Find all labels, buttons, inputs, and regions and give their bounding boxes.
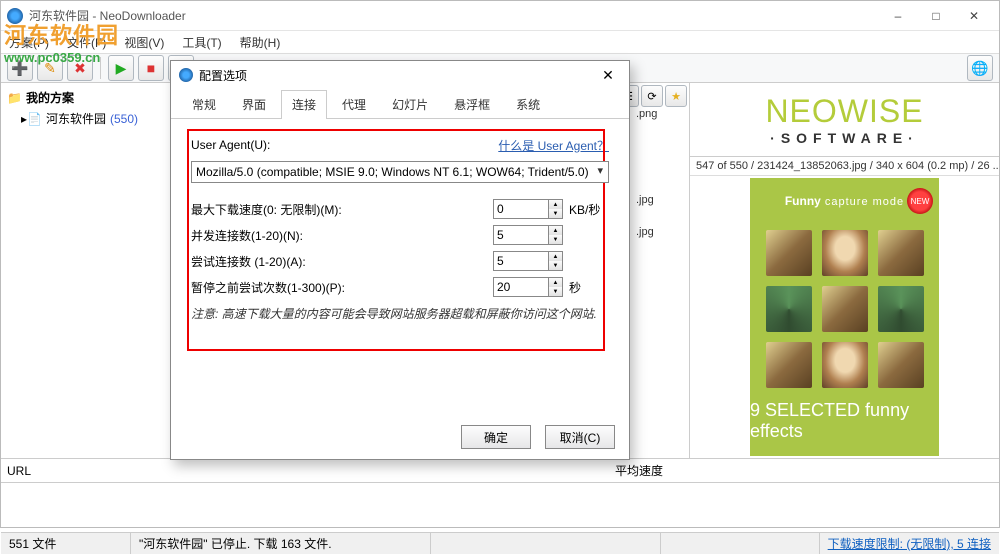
- file-ext: .jpg: [636, 226, 654, 238]
- refresh-button[interactable]: ⟳: [641, 85, 663, 107]
- pause-label: 暂停之前尝试次数(1-300)(P):: [191, 279, 493, 296]
- tab-system[interactable]: 系统: [505, 90, 551, 119]
- effect-thumb: [822, 230, 868, 276]
- column-headers: URL 平均速度: [1, 458, 999, 482]
- conn-input[interactable]: [493, 225, 549, 245]
- pause-input[interactable]: [493, 277, 549, 297]
- retry-label: 尝试连接数 (1-20)(A):: [191, 253, 493, 270]
- effect-thumb: [878, 342, 924, 388]
- window-title: 河东软件园 - NeoDownloader: [29, 7, 879, 24]
- sidebar: 📁 我的方案 ▸📄 河东软件园 (550): [1, 83, 171, 458]
- file-ext: .jpg: [636, 194, 654, 206]
- app-icon: [7, 8, 23, 24]
- favorite-button[interactable]: ★: [665, 85, 687, 107]
- effect-thumb: [878, 286, 924, 332]
- transfer-area: [1, 482, 999, 532]
- status-link-cell[interactable]: [431, 533, 661, 554]
- close-button[interactable]: ✕: [955, 4, 993, 28]
- menu-bar: 方案(P) 文件(F) 视图(V) 工具(T) 帮助(H): [1, 31, 999, 53]
- status-message: "河东软件园" 已停止. 下载 163 文件.: [131, 533, 431, 554]
- col-url: URL: [7, 464, 31, 478]
- cancel-button[interactable]: 取消(C): [545, 425, 615, 449]
- folder-icon: 📁: [7, 91, 22, 105]
- project-count: (550): [110, 112, 138, 126]
- effect-thumb: [766, 230, 812, 276]
- max-speed-spinner[interactable]: ▲▼: [549, 199, 563, 219]
- settings-dialog: 配置选项 ✕ 常规 界面 连接 代理 幻灯片 悬浮框 系统 User Agent…: [170, 60, 630, 460]
- preview-image: NEW Funny capture mode 9 SELECTED funny …: [750, 178, 939, 456]
- effect-thumb: [878, 230, 924, 276]
- stop-button[interactable]: ■: [138, 55, 164, 81]
- sidebar-project[interactable]: ▸📄 河东软件园 (550): [5, 108, 166, 129]
- menu-file[interactable]: 方案(P): [5, 32, 53, 53]
- tab-float[interactable]: 悬浮框: [443, 90, 501, 119]
- ua-help-link[interactable]: 什么是 User Agent？: [498, 137, 609, 154]
- effect-thumb: [766, 286, 812, 332]
- effect-thumb: [766, 342, 812, 388]
- effect-thumb: [822, 342, 868, 388]
- retry-input[interactable]: [493, 251, 549, 271]
- file-ext: .png: [636, 108, 657, 120]
- menu-tools[interactable]: 工具(T): [178, 32, 225, 53]
- preview-info: 547 of 550 / 231424_13852063.jpg / 340 x…: [690, 157, 999, 176]
- max-speed-input[interactable]: [493, 199, 549, 219]
- effect-thumb: [822, 286, 868, 332]
- minimize-button[interactable]: –: [879, 4, 917, 28]
- tab-proxy[interactable]: 代理: [331, 90, 377, 119]
- new-badge: NEW: [907, 188, 933, 214]
- brand-logo: NEOWISE ·SOFTWARE·: [690, 83, 999, 157]
- play-button[interactable]: ▶: [108, 55, 134, 81]
- pause-spinner[interactable]: ▲▼: [549, 277, 563, 297]
- status-limit[interactable]: 下载速度限制: (无限制), 5 连接: [820, 533, 999, 554]
- dialog-icon: [179, 68, 193, 82]
- status-count: 551 文件: [1, 533, 131, 554]
- toolbar-separator: [100, 57, 101, 79]
- maximize-button[interactable]: □: [917, 4, 955, 28]
- right-panel: NEOWISE ·SOFTWARE· 547 of 550 / 231424_1…: [689, 83, 999, 458]
- pause-unit: 秒: [569, 279, 609, 296]
- retry-spinner[interactable]: ▲▼: [549, 251, 563, 271]
- warning-note: 注意: 高速下载大量的内容可能会导致网站服务器超载和屏蔽你访问这个网站.: [191, 305, 609, 323]
- ok-button[interactable]: 确定: [461, 425, 531, 449]
- update-button[interactable]: 🌐: [967, 55, 993, 81]
- menu-view[interactable]: 视图(V): [120, 32, 168, 53]
- max-speed-unit: KB/秒: [569, 201, 609, 218]
- project-title: 河东软件园: [46, 110, 106, 127]
- status-bar: 551 文件 "河东软件园" 已停止. 下载 163 文件. 下载速度限制: (…: [1, 532, 999, 554]
- add-button[interactable]: ➕: [7, 55, 33, 81]
- ua-label: User Agent(U):: [191, 138, 270, 152]
- max-speed-label: 最大下载速度(0: 无限制)(M):: [191, 201, 493, 218]
- tab-general[interactable]: 常规: [181, 90, 227, 119]
- tab-slideshow[interactable]: 幻灯片: [381, 90, 439, 119]
- dialog-title: 配置选项: [199, 67, 595, 84]
- delete-button[interactable]: ✖: [67, 55, 93, 81]
- dialog-close-button[interactable]: ✕: [595, 64, 621, 86]
- edit-button[interactable]: ✎: [37, 55, 63, 81]
- sidebar-header: 我的方案: [26, 89, 74, 106]
- dialog-tabs: 常规 界面 连接 代理 幻灯片 悬浮框 系统: [171, 89, 629, 119]
- tab-connection[interactable]: 连接: [281, 90, 327, 119]
- project-icon: ▸📄: [21, 112, 42, 126]
- conn-spinner[interactable]: ▲▼: [549, 225, 563, 245]
- menu-help[interactable]: 帮助(H): [236, 32, 285, 53]
- menu-edit[interactable]: 文件(F): [63, 32, 110, 53]
- col-avg: 平均速度: [615, 462, 663, 479]
- ua-input[interactable]: [191, 161, 609, 183]
- conn-label: 并发连接数(1-20)(N):: [191, 227, 493, 244]
- tab-interface[interactable]: 界面: [231, 90, 277, 119]
